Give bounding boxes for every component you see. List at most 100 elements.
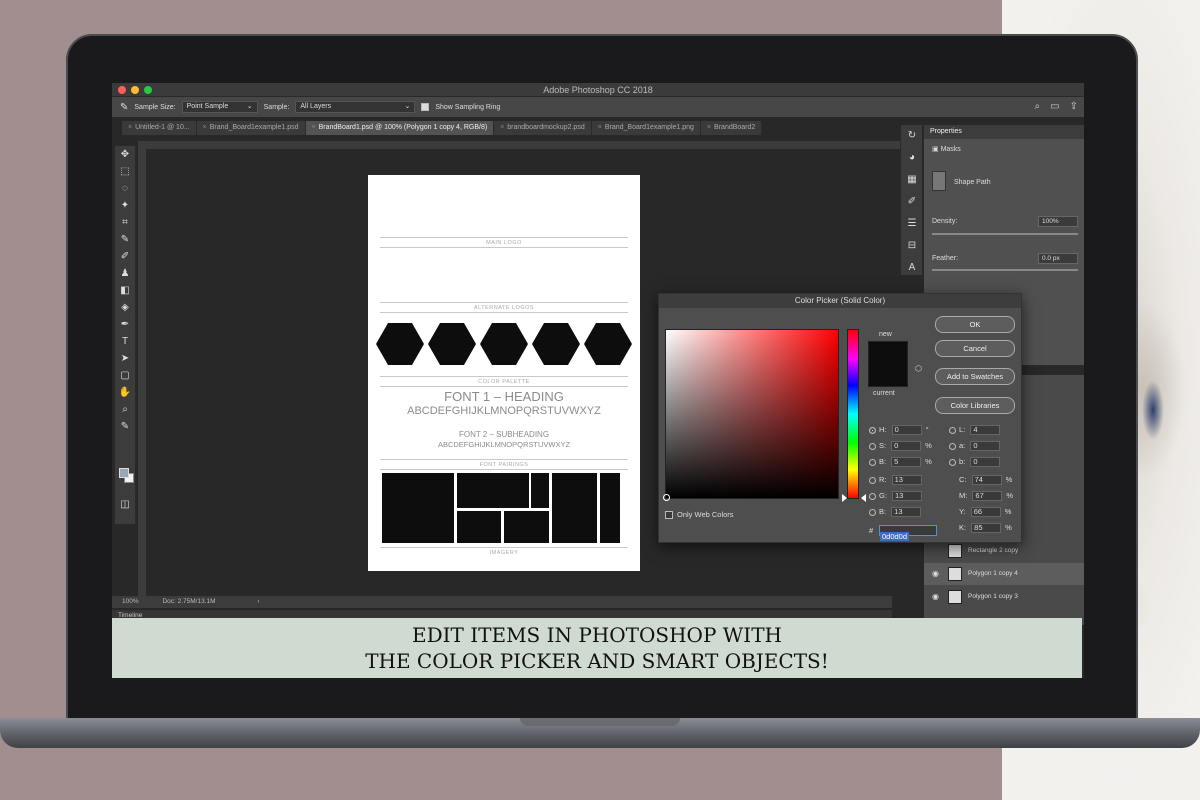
layer-row[interactable]: ◉ Polygon 1 copy 3 (924, 586, 1084, 608)
layer-row-selected[interactable]: ◉ Polygon 1 copy 4 (924, 563, 1084, 585)
sample-size-select[interactable]: Point Sample ⌄ (181, 101, 258, 113)
lasso-tool-icon[interactable]: ◌ (115, 180, 135, 197)
tab-brandboard1-active[interactable]: × BrandBoard1.psd @ 100% (Polygon 1 copy … (305, 121, 495, 135)
libraries-icon[interactable]: ⊟ (901, 235, 923, 257)
minimize-window-button[interactable] (131, 86, 139, 94)
zoom-tool-icon[interactable]: ⌕ (115, 401, 135, 418)
tab-brandboardmockup2[interactable]: × brandboardmockup2.psd (494, 121, 592, 135)
density-field[interactable]: 100% (1038, 216, 1078, 227)
move-tool-icon[interactable]: ✥ (115, 146, 135, 163)
density-slider[interactable] (932, 233, 1078, 235)
brand-board-canvas[interactable]: MAIN LOGO ALTERNATE LOGOS COLOR PALETTE … (368, 175, 640, 571)
feather-slider[interactable] (932, 269, 1078, 271)
eyedropper-tool-icon[interactable]: ✎ (115, 231, 135, 248)
bucket-tool-icon[interactable]: ◈ (115, 299, 135, 316)
crop-tool-icon[interactable]: ⌗ (115, 214, 135, 231)
hexagon-shape[interactable] (532, 323, 580, 365)
shape-tool-icon[interactable]: ▢ (115, 367, 135, 384)
share-icon[interactable]: ⇪ (1070, 101, 1078, 112)
eyedropper-icon[interactable]: ✎ (120, 102, 128, 113)
magenta-row[interactable]: M: 67% (959, 490, 1013, 502)
color-icon[interactable]: ◕ (901, 147, 923, 169)
hue-slider[interactable] (847, 329, 859, 499)
imagery-block[interactable] (382, 473, 454, 543)
magic-wand-tool-icon[interactable]: ✦ (115, 197, 135, 214)
quick-mask-icon[interactable]: ◫ (115, 496, 135, 513)
close-icon[interactable]: × (203, 124, 207, 131)
feather-field[interactable]: 0.0 px (1038, 253, 1078, 264)
only-web-colors-checkbox[interactable] (665, 511, 673, 520)
cyan-row[interactable]: C: 74% (959, 474, 1012, 486)
add-to-swatches-button[interactable]: Add to Swatches (935, 368, 1015, 385)
swatches-icon[interactable]: ▦ (901, 169, 923, 191)
blue-row[interactable]: B: 13 (869, 506, 922, 518)
adjustments-icon[interactable]: ☰ (901, 213, 923, 235)
tab-brand-board1-example1-png[interactable]: × Brand_Board1example1.png (591, 121, 701, 135)
pen-tool-icon[interactable]: ✒ (115, 316, 135, 333)
imagery-block[interactable] (457, 511, 501, 543)
character-icon[interactable]: A (901, 257, 923, 279)
color-libraries-button[interactable]: Color Libraries (935, 397, 1015, 414)
mask-thumbnail[interactable] (932, 171, 946, 191)
close-icon[interactable]: × (500, 124, 504, 131)
black-row[interactable]: K: 85% (959, 522, 1012, 534)
hex-input[interactable]: 0d0d0d (879, 525, 937, 541)
close-icon[interactable]: × (598, 124, 602, 131)
close-icon[interactable]: × (128, 124, 132, 131)
close-icon[interactable]: × (707, 124, 711, 131)
hexagon-shape[interactable] (428, 323, 476, 365)
cube-icon[interactable]: ⬡ (915, 364, 922, 373)
eye-icon[interactable]: ◉ (932, 563, 939, 585)
red-row[interactable]: R: 13 (869, 474, 922, 486)
imagery-block[interactable] (504, 511, 549, 543)
path-tool-icon[interactable]: ➤ (115, 350, 135, 367)
type-tool-icon[interactable]: T (115, 333, 135, 350)
mask-icon: ▣ (932, 146, 941, 153)
only-web-colors-option[interactable]: Only Web Colors (665, 510, 734, 520)
imagery-block[interactable] (457, 473, 529, 508)
eraser-tool-icon[interactable]: ◧ (115, 282, 135, 299)
close-icon[interactable]: × (312, 124, 316, 131)
zoom-window-button[interactable] (144, 86, 152, 94)
ok-button[interactable]: OK (935, 316, 1015, 333)
foreground-color-swatch[interactable] (119, 468, 129, 478)
hexagon-shape[interactable] (376, 323, 424, 365)
tab-brandboard2[interactable]: × BrandBoard2 (700, 121, 763, 135)
lab-l-row[interactable]: L: 4 (949, 424, 1001, 436)
lab-a-row[interactable]: a: 0 (949, 440, 1001, 452)
layer-row[interactable]: Rectangle 2 copy (924, 540, 1084, 562)
cancel-button[interactable]: Cancel (935, 340, 1015, 357)
doc-size: Doc: 2.75M/13.1M (162, 598, 216, 605)
hand-tool-icon[interactable]: ✋ (115, 384, 135, 401)
show-sampling-ring-checkbox[interactable] (421, 103, 430, 111)
font2-alphabet: ABCDEFGHIJKLMNOPQRSTUVWXYZ (437, 440, 571, 449)
brush-tool-icon[interactable]: ✐ (115, 248, 135, 265)
stamp-tool-icon[interactable]: ♟ (115, 265, 135, 282)
sample-select[interactable]: All Layers ⌄ (295, 101, 416, 113)
hexagon-shape[interactable] (584, 323, 632, 365)
properties-tab[interactable]: Properties (924, 125, 1084, 139)
tab-brand-board1-example1-psd[interactable]: × Brand_Board1example1.psd (196, 121, 306, 135)
color-field[interactable] (663, 329, 839, 501)
history-icon[interactable]: ↻ (901, 125, 923, 147)
hue-row[interactable]: H: 0 ° (869, 424, 929, 436)
brush-settings-icon[interactable]: ✐ (901, 191, 923, 213)
hexagon-shape[interactable] (480, 323, 528, 365)
tab-untitled[interactable]: × Untitled-1 @ 10... (122, 121, 197, 135)
zoom-level[interactable]: 100% (122, 598, 139, 605)
imagery-block[interactable] (531, 473, 549, 508)
marquee-tool-icon[interactable]: ⬚ (115, 163, 135, 180)
workspace-icon[interactable]: ▭ (1050, 101, 1059, 112)
lab-b-row[interactable]: b: 0 (949, 456, 1001, 468)
brightness-row[interactable]: B: 5% (869, 456, 932, 468)
saturation-row[interactable]: S: 0% (869, 440, 932, 452)
yellow-row[interactable]: Y: 66% (959, 506, 1011, 518)
color-sampler-icon[interactable]: ✎ (115, 418, 135, 435)
imagery-block[interactable] (600, 473, 620, 543)
chevron-right-icon[interactable]: › (257, 598, 259, 605)
imagery-block[interactable] (552, 473, 597, 543)
search-icon[interactable]: ⌕ (1035, 101, 1041, 112)
eye-icon[interactable]: ◉ (932, 586, 939, 608)
close-window-button[interactable] (118, 86, 126, 94)
green-row[interactable]: G: 13 (869, 490, 923, 502)
